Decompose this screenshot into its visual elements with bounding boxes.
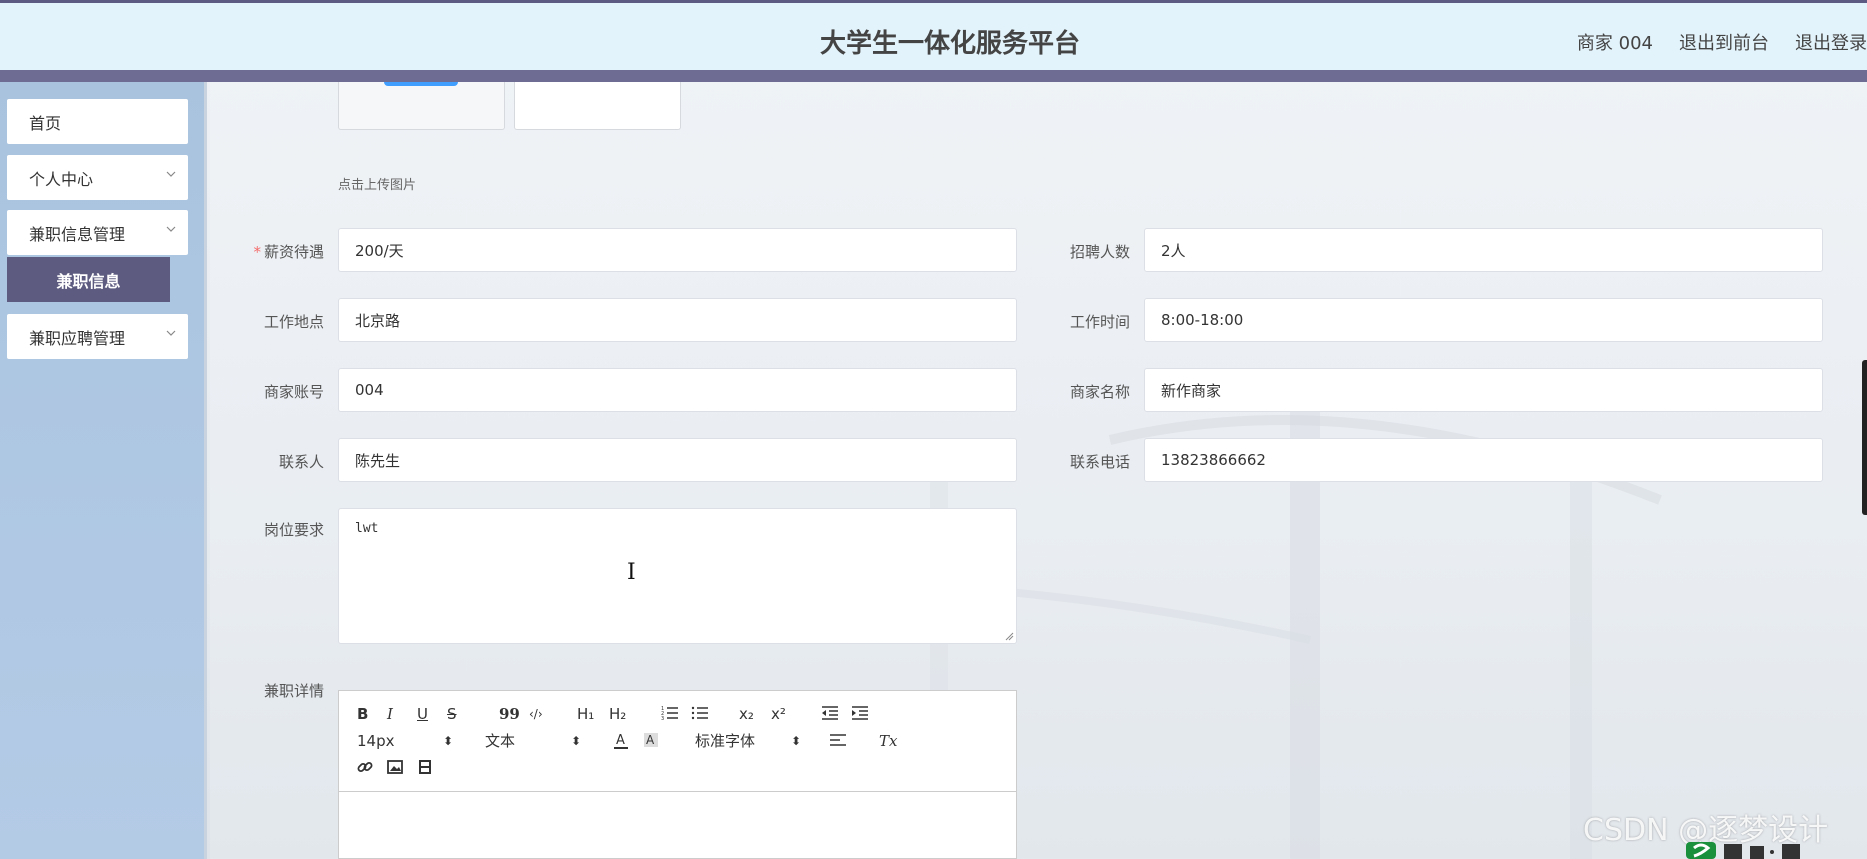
headcount-label: 招聘人数 <box>1069 243 1130 261</box>
phone-field[interactable]: 13823866662 <box>1144 438 1823 482</box>
subscript-button[interactable]: x₂ <box>739 705 754 723</box>
sidebar-item-personal-center[interactable]: 个人中心 <box>7 155 188 200</box>
upload-hint: 点击上传图片 <box>338 178 417 193</box>
requirements-label: 岗位要求 <box>263 521 324 539</box>
svg-text:3: 3 <box>661 716 664 721</box>
contact-label: 联系人 <box>278 453 324 471</box>
headcount-field[interactable]: 2人 <box>1144 228 1823 272</box>
requirements-textarea[interactable]: lwt <box>338 508 1017 644</box>
salary-label-text: 薪资待遇 <box>263 243 324 261</box>
editor-toolbar: B I U S 99 ‹/› H₁ H₂ 123 x₂ x² 14px ⬍ 文本… <box>339 691 1016 792</box>
sidebar-subitem-parttime-info[interactable]: 兼职信息 <box>7 257 170 302</box>
ime-toolbar-icon <box>1686 842 1800 859</box>
current-user-label: 商家 004 <box>1576 33 1653 54</box>
link-icon[interactable] <box>357 759 373 775</box>
required-marker: * <box>253 243 261 261</box>
font-color-icon[interactable]: A <box>613 732 629 750</box>
heading2-button[interactable]: H₂ <box>609 705 626 723</box>
indent-icon[interactable] <box>851 705 869 721</box>
sidebar-item-parttime-info-mgmt[interactable]: 兼职信息管理 <box>7 210 188 255</box>
text-cursor-icon: I <box>627 560 636 585</box>
header: 大学生一体化服务平台 商家 004 退出到前台 退出登录 <box>0 3 1867 70</box>
ordered-list-icon[interactable]: 123 <box>661 705 679 721</box>
strike-button[interactable]: S <box>447 705 457 723</box>
sidebar-item-application-mgmt[interactable]: 兼职应聘管理 <box>7 314 188 359</box>
rich-text-editor: B I U S 99 ‹/› H₁ H₂ 123 x₂ x² 14px ⬍ 文本… <box>338 690 1017 859</box>
code-block-button[interactable]: ‹/› <box>529 705 543 723</box>
font-size-select[interactable]: 14px <box>357 732 395 750</box>
merchant-account-field[interactable]: 004 <box>338 368 1017 412</box>
salary-field[interactable]: 200/天 <box>338 228 1017 272</box>
font-family-select[interactable]: 标准字体 <box>695 732 755 750</box>
sidebar-item-home[interactable]: 首页 <box>7 99 188 144</box>
sidebar-item-label: 首页 <box>29 113 62 133</box>
chevron-down-icon <box>166 226 176 232</box>
image-upload-button[interactable] <box>514 82 681 130</box>
font-family-select-arrow-icon[interactable]: ⬍ <box>791 732 801 750</box>
resize-handle-icon[interactable] <box>1004 631 1014 641</box>
align-icon[interactable] <box>829 732 847 748</box>
format-select[interactable]: 文本 <box>485 732 515 750</box>
location-label: 工作地点 <box>263 313 324 331</box>
details-label: 兼职详情 <box>263 682 324 700</box>
work-time-label: 工作时间 <box>1069 313 1130 331</box>
merchant-name-field[interactable]: 新作商家 <box>1144 368 1823 412</box>
salary-label: * 薪资待遇 <box>214 241 324 262</box>
sidebar-subitem-label: 兼职信息 <box>56 271 121 291</box>
image-preview-strip <box>384 82 458 86</box>
clear-format-button[interactable]: Tx <box>879 732 897 750</box>
font-size-select-arrow-icon[interactable]: ⬍ <box>443 732 453 750</box>
phone-label: 联系电话 <box>1069 453 1130 471</box>
chevron-down-icon <box>166 330 176 336</box>
scrollbar-edge[interactable] <box>1862 360 1867 515</box>
back-to-front-link[interactable]: 退出到前台 <box>1679 29 1769 55</box>
contact-field[interactable]: 陈先生 <box>338 438 1017 482</box>
svg-text:A: A <box>646 733 655 747</box>
merchant-account-label: 商家账号 <box>263 383 324 401</box>
video-icon[interactable] <box>417 759 433 775</box>
uploaded-image-thumbnail[interactable] <box>338 82 505 130</box>
superscript-button[interactable]: x² <box>771 705 786 723</box>
header-bar <box>0 70 1867 82</box>
logout-link[interactable]: 退出登录 <box>1795 29 1867 55</box>
sidebar-item-label: 兼职应聘管理 <box>29 328 126 348</box>
sidebar-item-label: 个人中心 <box>29 169 94 189</box>
editor-content-area[interactable] <box>339 792 1016 859</box>
sidebar-item-label: 兼职信息管理 <box>29 224 126 244</box>
work-time-field[interactable]: 8:00-18:00 <box>1144 298 1823 342</box>
location-field[interactable]: 北京路 <box>338 298 1017 342</box>
sidebar: 首页 个人中心 兼职信息管理 兼职信息 兼职应聘管理 <box>0 82 207 859</box>
merchant-name-label: 商家名称 <box>1069 383 1130 401</box>
blockquote-button[interactable]: 99 <box>499 705 520 723</box>
chevron-down-icon <box>166 171 176 177</box>
requirements-text: lwt <box>355 521 379 536</box>
bullet-list-icon[interactable] <box>691 705 709 721</box>
heading1-button[interactable]: H₁ <box>577 705 594 723</box>
italic-button[interactable]: I <box>387 705 393 723</box>
background-color-icon[interactable]: A <box>643 732 659 750</box>
bold-button[interactable]: B <box>357 705 368 723</box>
image-icon[interactable] <box>387 759 403 775</box>
underline-button[interactable]: U <box>417 705 428 723</box>
svg-text:A: A <box>616 733 625 748</box>
header-actions: 商家 004 退出到前台 退出登录 <box>1577 29 1867 55</box>
format-select-arrow-icon[interactable]: ⬍ <box>571 732 581 750</box>
outdent-icon[interactable] <box>821 705 839 721</box>
